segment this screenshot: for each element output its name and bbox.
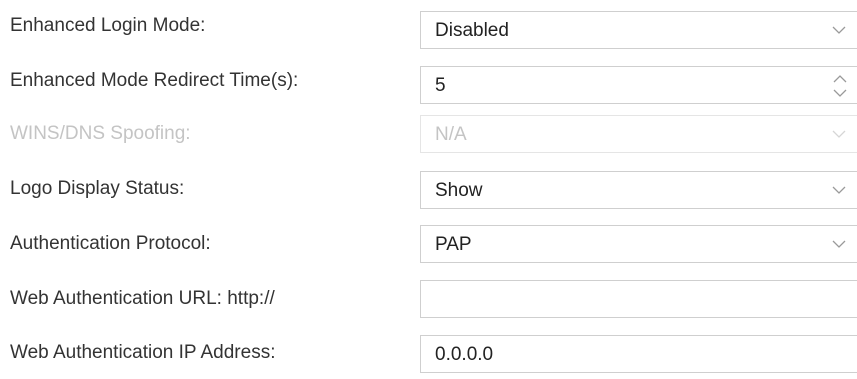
web-auth-url-input[interactable]: [420, 280, 857, 318]
enhanced-login-mode-select[interactable]: Disabled: [420, 11, 857, 49]
redirect-time-value: 5: [435, 75, 446, 96]
settings-form: Enhanced Login Mode: Disabled Enhanced M…: [0, 0, 857, 379]
authentication-protocol-value: PAP: [435, 234, 472, 255]
chevron-down-icon: [832, 26, 846, 34]
wins-dns-spoofing-select: N/A: [420, 115, 857, 153]
redirect-time-spinner[interactable]: 5: [420, 66, 857, 104]
chevron-down-icon: [832, 240, 846, 248]
web-auth-ip-value: 0.0.0.0: [435, 344, 494, 365]
web-auth-ip-input[interactable]: 0.0.0.0: [420, 335, 857, 373]
spinner-controls: [832, 72, 848, 100]
logo-display-status-value: Show: [435, 180, 483, 201]
authentication-protocol-label: Authentication Protocol:: [10, 233, 211, 254]
redirect-time-label: Enhanced Mode Redirect Time(s):: [10, 70, 299, 91]
logo-display-status-label: Logo Display Status:: [10, 178, 185, 199]
enhanced-login-mode-label: Enhanced Login Mode:: [10, 15, 206, 36]
web-auth-ip-label: Web Authentication IP Address:: [10, 342, 276, 363]
authentication-protocol-select[interactable]: PAP: [420, 225, 857, 263]
wins-dns-spoofing-value: N/A: [435, 124, 467, 145]
wins-dns-spoofing-label: WINS/DNS Spoofing:: [10, 123, 191, 144]
spinner-down-icon[interactable]: [832, 87, 848, 99]
enhanced-login-mode-value: Disabled: [435, 20, 509, 41]
web-auth-url-label: Web Authentication URL: http://: [10, 288, 275, 309]
chevron-down-icon: [832, 186, 846, 194]
logo-display-status-select[interactable]: Show: [420, 171, 857, 209]
chevron-down-icon: [832, 130, 846, 138]
spinner-up-icon[interactable]: [832, 73, 848, 85]
